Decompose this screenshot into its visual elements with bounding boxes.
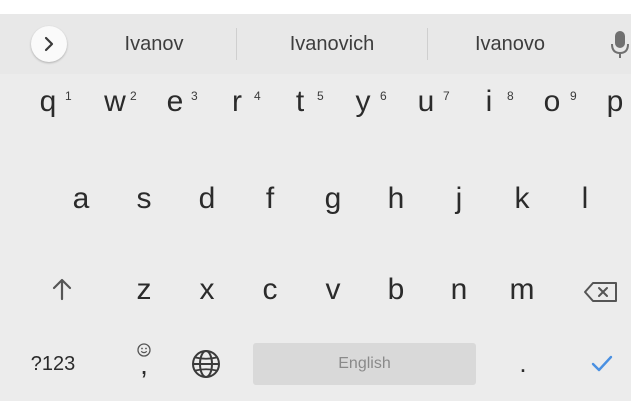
symbols-key[interactable]: ?123 bbox=[18, 340, 88, 388]
key-hint-1: 1 bbox=[65, 89, 72, 103]
key-z[interactable]: z bbox=[122, 262, 166, 318]
key-g[interactable]: g bbox=[311, 171, 355, 227]
key-y[interactable]: y bbox=[341, 74, 385, 130]
key-hint-8: 8 bbox=[507, 89, 514, 103]
space-bar[interactable]: English bbox=[253, 343, 476, 385]
key-u[interactable]: u bbox=[404, 74, 448, 130]
expand-suggestions-button[interactable] bbox=[31, 26, 67, 62]
key-i[interactable]: i bbox=[467, 74, 511, 130]
key-o[interactable]: o bbox=[530, 74, 574, 130]
key-s[interactable]: s bbox=[122, 171, 166, 227]
key-d[interactable]: d bbox=[185, 171, 229, 227]
key-hint-5: 5 bbox=[317, 89, 324, 103]
key-n[interactable]: n bbox=[437, 262, 481, 318]
key-v[interactable]: v bbox=[311, 262, 355, 318]
key-l[interactable]: l bbox=[563, 171, 607, 227]
key-hint-9: 9 bbox=[570, 89, 577, 103]
suggestion-1[interactable]: Ivanov bbox=[96, 14, 212, 74]
chevron-right-icon bbox=[44, 36, 54, 52]
period-key[interactable]: . bbox=[508, 340, 538, 386]
key-k[interactable]: k bbox=[500, 171, 544, 227]
key-hint-4: 4 bbox=[254, 89, 261, 103]
key-hint-6: 6 bbox=[380, 89, 387, 103]
key-b[interactable]: b bbox=[374, 262, 418, 318]
key-r[interactable]: r bbox=[215, 74, 259, 130]
key-x[interactable]: x bbox=[185, 262, 229, 318]
keyboard: Ivanov Ivanovich Ivanovo q 1 w 2 e 3 r 4… bbox=[0, 14, 631, 401]
key-hint-7: 7 bbox=[443, 89, 450, 103]
key-hint-2: 2 bbox=[130, 89, 137, 103]
backspace-icon[interactable] bbox=[583, 280, 619, 304]
suggestion-divider bbox=[236, 28, 237, 60]
key-hint-3: 3 bbox=[191, 89, 198, 103]
emoji-comma-key[interactable]: , bbox=[131, 340, 157, 386]
shift-arrow-icon[interactable] bbox=[49, 276, 75, 302]
key-h[interactable]: h bbox=[374, 171, 418, 227]
microphone-icon[interactable] bbox=[610, 30, 631, 60]
key-j[interactable]: j bbox=[437, 171, 481, 227]
key-a[interactable]: a bbox=[59, 171, 103, 227]
key-p[interactable]: p bbox=[593, 74, 631, 130]
comma-label: , bbox=[140, 349, 148, 380]
suggestion-3[interactable]: Ivanovo bbox=[452, 14, 568, 74]
globe-icon[interactable] bbox=[191, 349, 221, 379]
suggestion-strip: Ivanov Ivanovich Ivanovo bbox=[0, 14, 631, 74]
key-q[interactable]: q bbox=[26, 74, 70, 130]
key-f[interactable]: f bbox=[248, 171, 292, 227]
suggestion-2[interactable]: Ivanovich bbox=[262, 14, 402, 74]
suggestion-divider bbox=[427, 28, 428, 60]
checkmark-icon[interactable] bbox=[591, 355, 613, 373]
key-c[interactable]: c bbox=[248, 262, 292, 318]
key-m[interactable]: m bbox=[500, 262, 544, 318]
key-t[interactable]: t bbox=[278, 74, 322, 130]
